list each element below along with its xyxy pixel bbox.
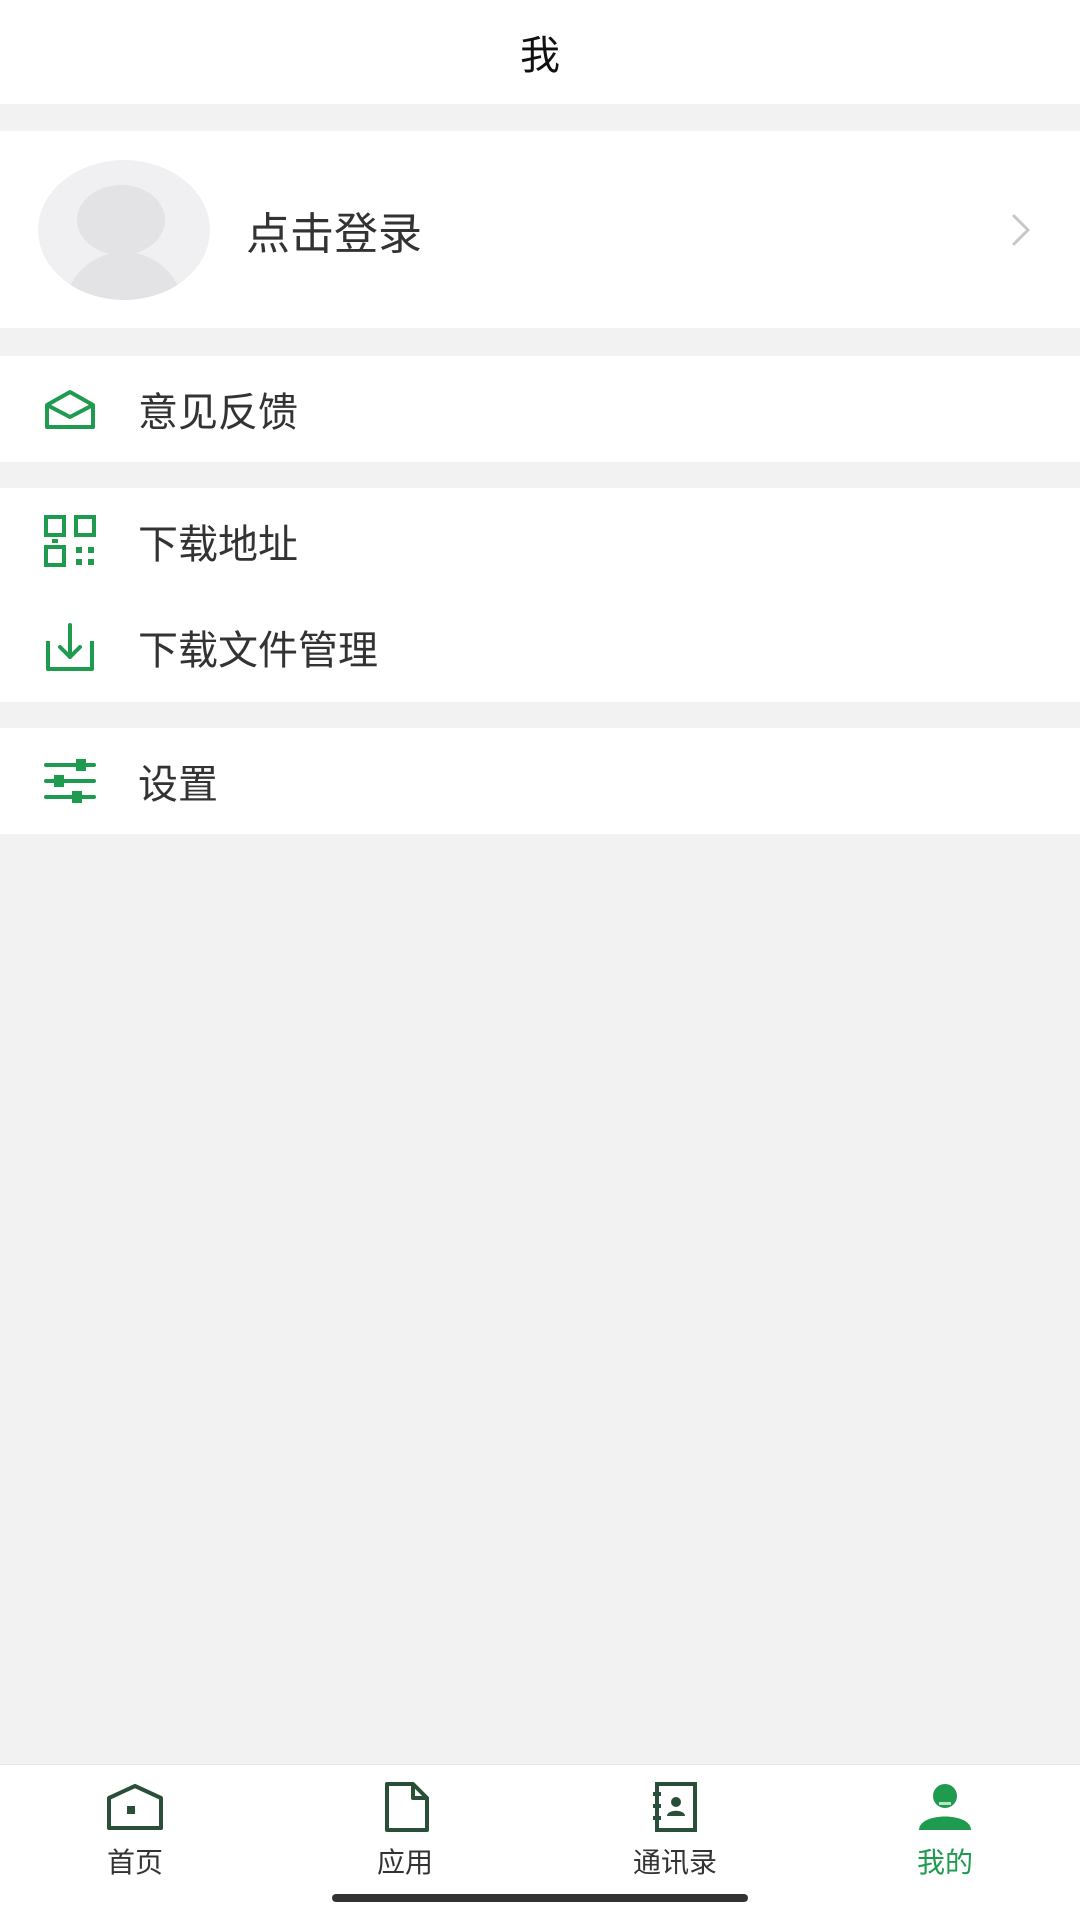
home-indicator	[332, 1894, 748, 1902]
avatar	[38, 159, 210, 300]
section-settings: 设置	[0, 728, 1080, 834]
menu-item-download-manager[interactable]: 下载文件管理	[0, 594, 1080, 700]
menu-label-download-manager: 下载文件管理	[138, 628, 378, 674]
envelope-icon	[40, 379, 100, 439]
top-header: 我	[0, 0, 1080, 104]
nav-label-contacts: 通讯录	[632, 1846, 717, 1879]
nav-label-apps: 应用	[376, 1846, 433, 1879]
menu-item-settings[interactable]: 设置	[0, 728, 1080, 834]
menu-label-download-address: 下载地址	[138, 522, 298, 568]
login-label: 点击登录	[246, 208, 422, 260]
contacts-icon	[640, 1777, 710, 1837]
home-icon	[100, 1777, 170, 1837]
avatar-head-shape	[77, 184, 165, 255]
settings-sliders-icon	[40, 751, 100, 811]
nav-label-me: 我的	[916, 1846, 973, 1879]
nav-item-contacts[interactable]: 通讯录	[575, 1765, 775, 1897]
user-icon	[910, 1777, 980, 1837]
section-feedback: 意见反馈	[0, 356, 1080, 462]
page-title: 我	[520, 33, 560, 79]
qr-code-icon	[40, 511, 100, 571]
profile-card[interactable]: 点击登录	[0, 131, 1080, 328]
menu-item-download-address[interactable]: 下载地址	[0, 488, 1080, 594]
nav-label-home: 首页	[106, 1846, 163, 1879]
download-icon	[40, 617, 100, 677]
menu-label-feedback: 意见反馈	[138, 390, 298, 436]
chevron-right-icon	[992, 200, 1052, 260]
section-download: 下载地址 下载文件管理	[0, 488, 1080, 702]
nav-item-home[interactable]: 首页	[35, 1765, 235, 1897]
nav-item-me[interactable]: 我的	[845, 1765, 1045, 1897]
nav-item-apps[interactable]: 应用	[305, 1765, 505, 1897]
menu-item-feedback[interactable]: 意见反馈	[0, 356, 1080, 462]
document-icon	[370, 1777, 440, 1837]
avatar-body-shape	[64, 251, 184, 300]
menu-label-settings: 设置	[138, 762, 218, 808]
